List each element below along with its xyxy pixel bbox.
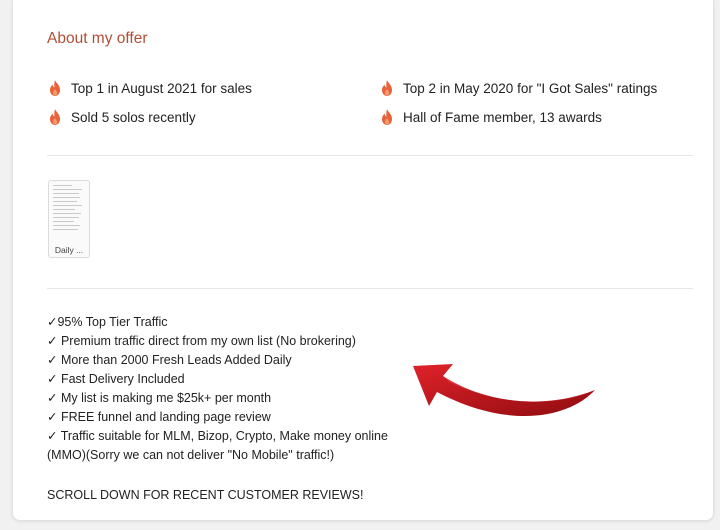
scroll-cta-text: SCROLL DOWN FOR RECENT CUSTOMER REVIEWS!	[47, 488, 364, 502]
feature-item: (MMO)(Sorry we can not deliver "No Mobil…	[47, 448, 335, 462]
red-arrow-icon	[413, 364, 595, 417]
flame-icon	[50, 80, 60, 96]
badge-item: Top 1 in August 2021 for sales	[49, 80, 252, 96]
badge-item: Hall of Fame member, 13 awards	[381, 109, 602, 125]
flame-icon	[382, 80, 392, 96]
badge-text: Top 2 in May 2020 for "I Got Sales" rati…	[403, 80, 658, 96]
badge-item: Sold 5 solos recently	[49, 109, 196, 125]
divider	[47, 155, 693, 156]
badge-text: Top 1 in August 2021 for sales	[71, 80, 252, 96]
document-preview	[53, 185, 85, 237]
flame-icon	[50, 109, 60, 125]
divider	[47, 288, 693, 289]
badge-item: Top 2 in May 2020 for "I Got Sales" rati…	[381, 80, 657, 96]
badge-text: Sold 5 solos recently	[71, 109, 196, 125]
offer-card: About my offer Top 1 in August 2021 for …	[12, 0, 714, 521]
attachment-thumbnail[interactable]: Daily ...	[48, 180, 90, 258]
section-title: About my offer	[47, 30, 148, 47]
feature-item: ✓ Premium traffic direct from my own lis…	[47, 334, 356, 348]
feature-item: ✓95% Top Tier Traffic	[47, 315, 168, 329]
flame-icon	[382, 109, 392, 125]
badge-text: Hall of Fame member, 13 awards	[403, 109, 602, 125]
attachment-label: Daily ...	[54, 245, 84, 255]
